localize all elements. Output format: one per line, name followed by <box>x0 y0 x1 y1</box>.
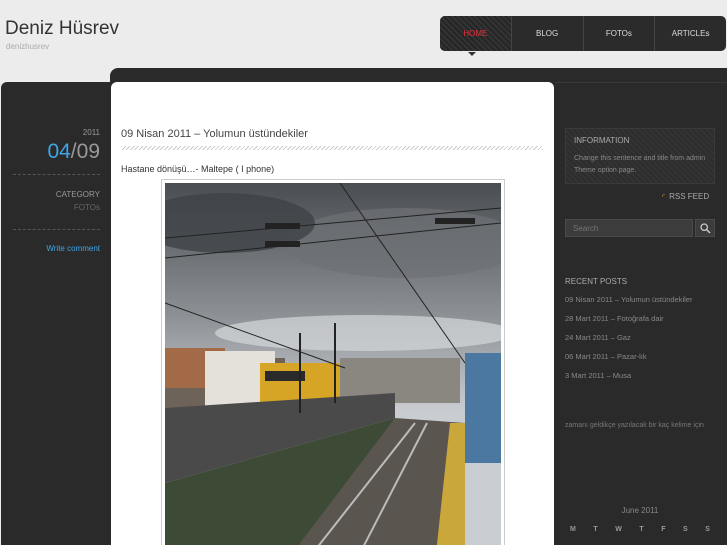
nav-item-fotos[interactable]: FOTOs <box>582 16 655 51</box>
text-widget: zamanı geldikçe yazılacak bir kaç kelime… <box>565 422 704 429</box>
nav-item-blog[interactable]: BLOG <box>510 16 583 51</box>
write-comment-link[interactable]: Write comment <box>46 244 100 253</box>
nav-item-home[interactable]: HOME <box>440 16 511 51</box>
meta-divider <box>13 229 100 230</box>
site-description: denizhusrev <box>6 42 50 51</box>
title-divider <box>121 146 543 150</box>
recent-posts-title: RECENT POSTS <box>565 277 628 286</box>
calendar-day-label: M <box>570 526 576 533</box>
calendar-weekdays: M T W T F S S <box>565 526 715 533</box>
site-title[interactable]: Deniz Hüsrev <box>5 18 119 40</box>
search-input[interactable] <box>565 219 693 237</box>
nav-item-articles[interactable]: ARTICLEs <box>654 16 726 51</box>
rss-feed-label: RSS FEED <box>669 192 710 201</box>
calendar-day-label: S <box>683 526 688 533</box>
rss-feed-link[interactable]: ◜ RSS FEED <box>662 192 709 201</box>
calendar-caption: June 2011 <box>621 506 659 515</box>
recent-post-link[interactable]: 09 Nisan 2011 – Yolumun üstündekiler <box>565 295 692 304</box>
post-day: 04 <box>47 140 71 163</box>
nav-active-indicator <box>468 52 476 56</box>
post-date: 04/09 <box>47 140 100 163</box>
category-label: CATEGORY <box>55 190 100 199</box>
calendar-day-label: S <box>705 526 710 533</box>
information-title: INFORMATION <box>574 136 630 145</box>
search-icon <box>699 222 711 234</box>
main-nav: HOME BLOG FOTOs ARTICLEs <box>440 16 726 51</box>
railway-photo <box>165 183 501 545</box>
search-button[interactable] <box>695 219 715 237</box>
calendar-day-label: F <box>661 526 666 533</box>
calendar-day-label: T <box>639 526 644 533</box>
meta-divider <box>13 174 100 175</box>
post-title[interactable]: 09 Nisan 2011 – Yolumun üstündekiler <box>121 128 308 140</box>
post-text: Hastane dönüşü…- Maltepe ( I phone) <box>121 164 275 174</box>
recent-post-link[interactable]: 28 Mart 2011 – Fotoğrafa dair <box>565 314 664 323</box>
category-link[interactable]: FOTOs <box>74 203 100 212</box>
information-widget: INFORMATION Change this sentence and tit… <box>565 128 715 184</box>
calendar-day-label: W <box>615 526 622 533</box>
recent-post-link[interactable]: 3 Mart 2011 – Musa <box>565 371 631 380</box>
post-content: 09 Nisan 2011 – Yolumun üstündekiler Has… <box>111 82 554 545</box>
calendar-day-label: T <box>593 526 598 533</box>
rss-icon: ◜ <box>662 192 666 201</box>
post-year: 2011 <box>82 128 100 137</box>
recent-post-link[interactable]: 06 Mart 2011 – Pazar-lık <box>565 352 647 361</box>
information-text: Change this sentence and title from admi… <box>574 155 706 174</box>
recent-post-link[interactable]: 24 Mart 2011 – Gaz <box>565 333 631 342</box>
post-month: 09 <box>76 140 100 163</box>
post-photo[interactable] <box>161 179 505 545</box>
